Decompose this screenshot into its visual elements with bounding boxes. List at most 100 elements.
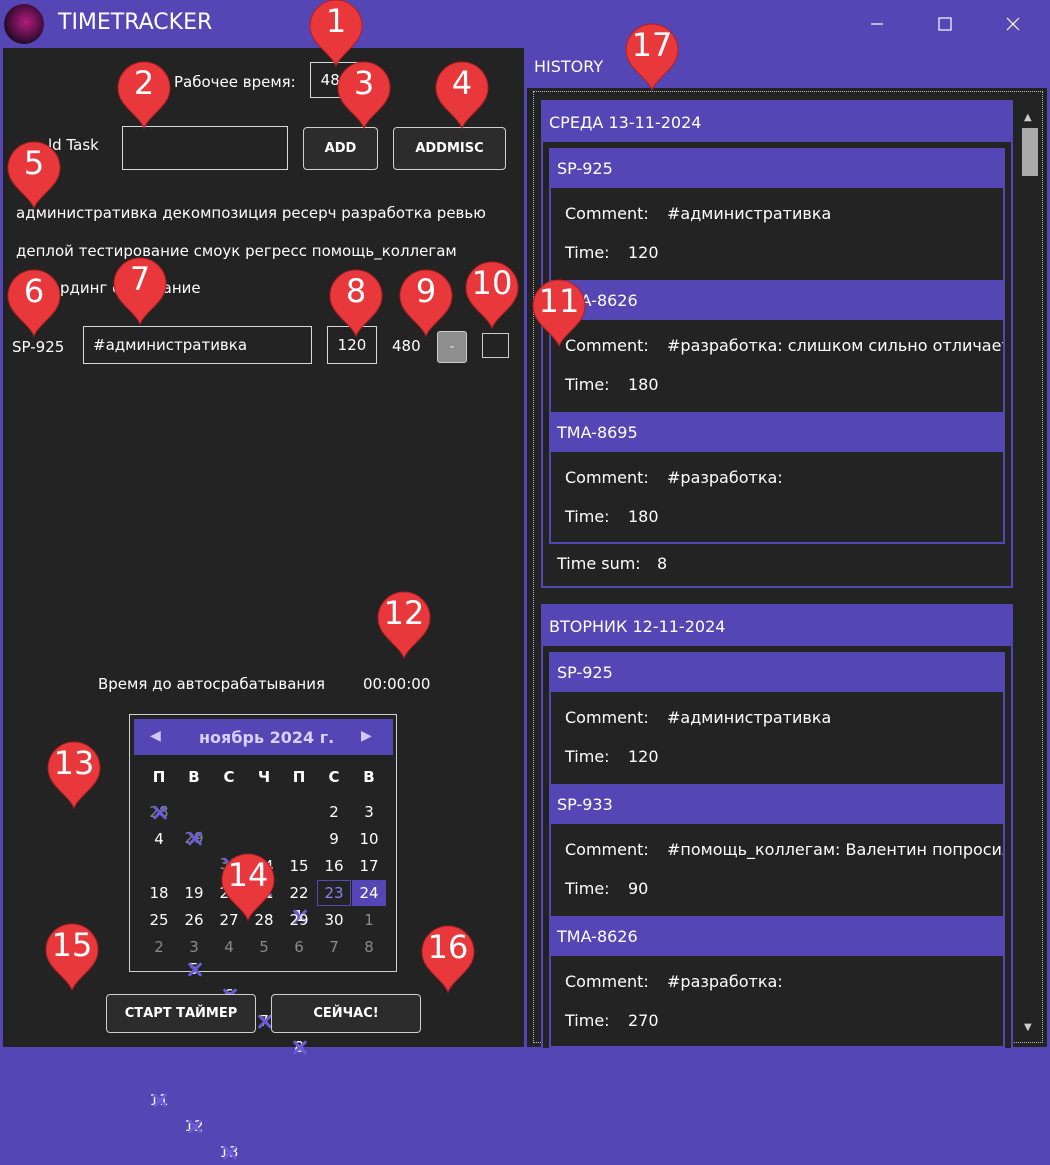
calendar-day[interactable]: 12 <box>177 1113 211 1139</box>
add-task-input[interactable] <box>122 126 288 170</box>
calendar-month-title[interactable]: ноябрь 2024 г. <box>199 728 334 747</box>
calendar-day[interactable]: 25 <box>142 907 176 933</box>
calendar-day[interactable]: 11 <box>142 1087 176 1113</box>
history-task-id: SP-925 <box>551 148 1003 188</box>
calendar-day[interactable]: 16 <box>317 853 351 879</box>
calendar-day[interactable]: 3 <box>352 799 386 825</box>
close-icon <box>1006 17 1020 31</box>
annotation-marker-number: 5 <box>23 144 45 182</box>
calendar-day-selected[interactable]: 24 <box>352 880 386 906</box>
history-scrollbar[interactable] <box>1021 110 1039 1038</box>
calendar-day[interactable]: 7 <box>317 934 351 960</box>
scroll-down-icon[interactable]: ▼ <box>1024 1022 1032 1033</box>
calendar-day[interactable]: 15 <box>282 853 316 879</box>
annotation-marker: 12 <box>374 588 434 660</box>
calendar-prev-icon[interactable]: ◀ <box>150 728 161 744</box>
history-comment-label: Comment: <box>565 204 649 223</box>
timer-value: 00:00:00 <box>363 675 431 693</box>
history-comment-label: Comment: <box>565 972 649 991</box>
history-time-label: Time: <box>565 507 610 526</box>
tag-list-line-1[interactable]: административка декомпозиция ресерч разр… <box>16 204 486 222</box>
annotation-marker: 11 <box>529 276 589 348</box>
calendar-day-today[interactable]: 23 <box>317 880 351 906</box>
history-time-label: Time: <box>565 375 610 394</box>
annotation-marker-number: 10 <box>471 264 513 302</box>
calendar-day[interactable]: 30 <box>317 907 351 933</box>
scroll-thumb[interactable] <box>1022 128 1038 176</box>
calendar-day[interactable]: 29 <box>282 907 316 933</box>
annotation-marker: 9 <box>396 266 456 338</box>
calendar-day[interactable]: 22 <box>282 880 316 906</box>
calendar-day[interactable]: 5 <box>247 934 281 960</box>
history-task-id: SP-933 <box>551 784 1003 824</box>
addmisc-button[interactable]: ADDMISC <box>393 127 506 170</box>
task-checkbox[interactable] <box>482 333 509 358</box>
annotation-marker: 13 <box>44 738 104 810</box>
calendar-weekday: Ч <box>257 768 271 786</box>
annotation-marker-number: 11 <box>538 282 580 320</box>
calendar-day[interactable]: 18 <box>142 880 176 906</box>
annotation-marker: 16 <box>418 922 478 994</box>
work-time-label: Рабочее время: <box>174 73 296 91</box>
history-day-title: ВТОРНИК 12-11-2024 <box>543 606 1011 646</box>
history-time-value: 90 <box>628 879 649 898</box>
calendar-day[interactable]: 2 <box>317 799 351 825</box>
calendar-day[interactable]: 8 <box>352 934 386 960</box>
calendar-weekday: В <box>188 768 200 786</box>
maximize-button[interactable] <box>922 6 968 42</box>
history-task-id: TMA-8626 <box>551 280 1003 320</box>
history-comment-label: Comment: <box>565 708 649 727</box>
calendar-weekday: В <box>363 768 375 786</box>
now-button[interactable]: СЕЙЧАС! <box>271 994 421 1033</box>
annotation-marker-number: 17 <box>631 26 673 64</box>
calendar-day[interactable]: 10 <box>352 826 386 852</box>
minimize-icon <box>871 23 883 25</box>
history-comment-label: Comment: <box>565 468 649 487</box>
annotation-marker: 7 <box>110 254 170 326</box>
add-button[interactable]: ADD <box>303 127 378 170</box>
calendar-day[interactable]: 26 <box>177 907 211 933</box>
history-comment-value: #административка <box>667 708 832 727</box>
timer-label: Время до автосрабатывания <box>98 675 326 693</box>
annotation-marker-number: 6 <box>23 272 45 310</box>
calendar-day[interactable]: 3 <box>177 934 211 960</box>
annotation-marker: 10 <box>462 258 522 330</box>
calendar-day[interactable]: 2 <box>142 934 176 960</box>
annotation-marker-number: 9 <box>415 272 437 310</box>
annotation-marker: 14 <box>218 850 278 922</box>
calendar-day[interactable]: 4 <box>212 934 246 960</box>
calendar-day[interactable]: 17 <box>352 853 386 879</box>
annotation-marker-number: 1 <box>325 2 347 40</box>
calendar-next-icon[interactable]: ▶ <box>361 728 372 744</box>
tag-list-line-2[interactable]: деплой тестирование смоук регресс помощь… <box>16 242 457 260</box>
calendar-day[interactable]: 8 <box>282 1034 316 1060</box>
close-button[interactable] <box>990 6 1036 42</box>
start-timer-button[interactable]: СТАРТ ТАЙМЕР <box>106 994 256 1033</box>
calendar-day[interactable]: 28 <box>142 799 176 825</box>
task-comment-input[interactable]: #административка <box>83 326 312 364</box>
scroll-up-icon[interactable]: ▲ <box>1024 112 1032 123</box>
annotation-marker: 3 <box>334 58 394 130</box>
history-day-card: СРЕДА 13-11-2024 SP-925 Comment: #администр… <box>541 100 1013 588</box>
calendar-day[interactable]: 4 <box>142 826 176 852</box>
calendar-weekday: С <box>223 768 235 786</box>
history-time-sum-label: Time sum: <box>557 554 641 573</box>
history-time-label: Time: <box>565 243 610 262</box>
history-time-sum-value: 8 <box>657 554 668 573</box>
calendar-day[interactable]: 19 <box>177 880 211 906</box>
calendar-day[interactable]: 6 <box>282 934 316 960</box>
history-header <box>527 48 1047 88</box>
minimize-button[interactable] <box>854 6 900 42</box>
annotation-marker: 8 <box>326 266 386 338</box>
history-time-label: Time: <box>565 747 610 766</box>
task-total-value: 480 <box>392 337 421 355</box>
calendar-day[interactable]: 1 <box>352 907 386 933</box>
history-title: HISTORY <box>534 57 604 76</box>
history-day-card: ВТОРНИК 12-11-2024 SP-925 Comment: #админис… <box>541 604 1013 1050</box>
calendar-day[interactable]: 13 <box>212 1139 246 1165</box>
history-task-id: TMA-8626 <box>551 916 1003 956</box>
annotation-marker-number: 15 <box>51 926 93 964</box>
calendar-weekday: П <box>152 768 166 786</box>
calendar-day[interactable]: 9 <box>317 826 351 852</box>
calendar-day[interactable]: 29 <box>177 825 211 851</box>
